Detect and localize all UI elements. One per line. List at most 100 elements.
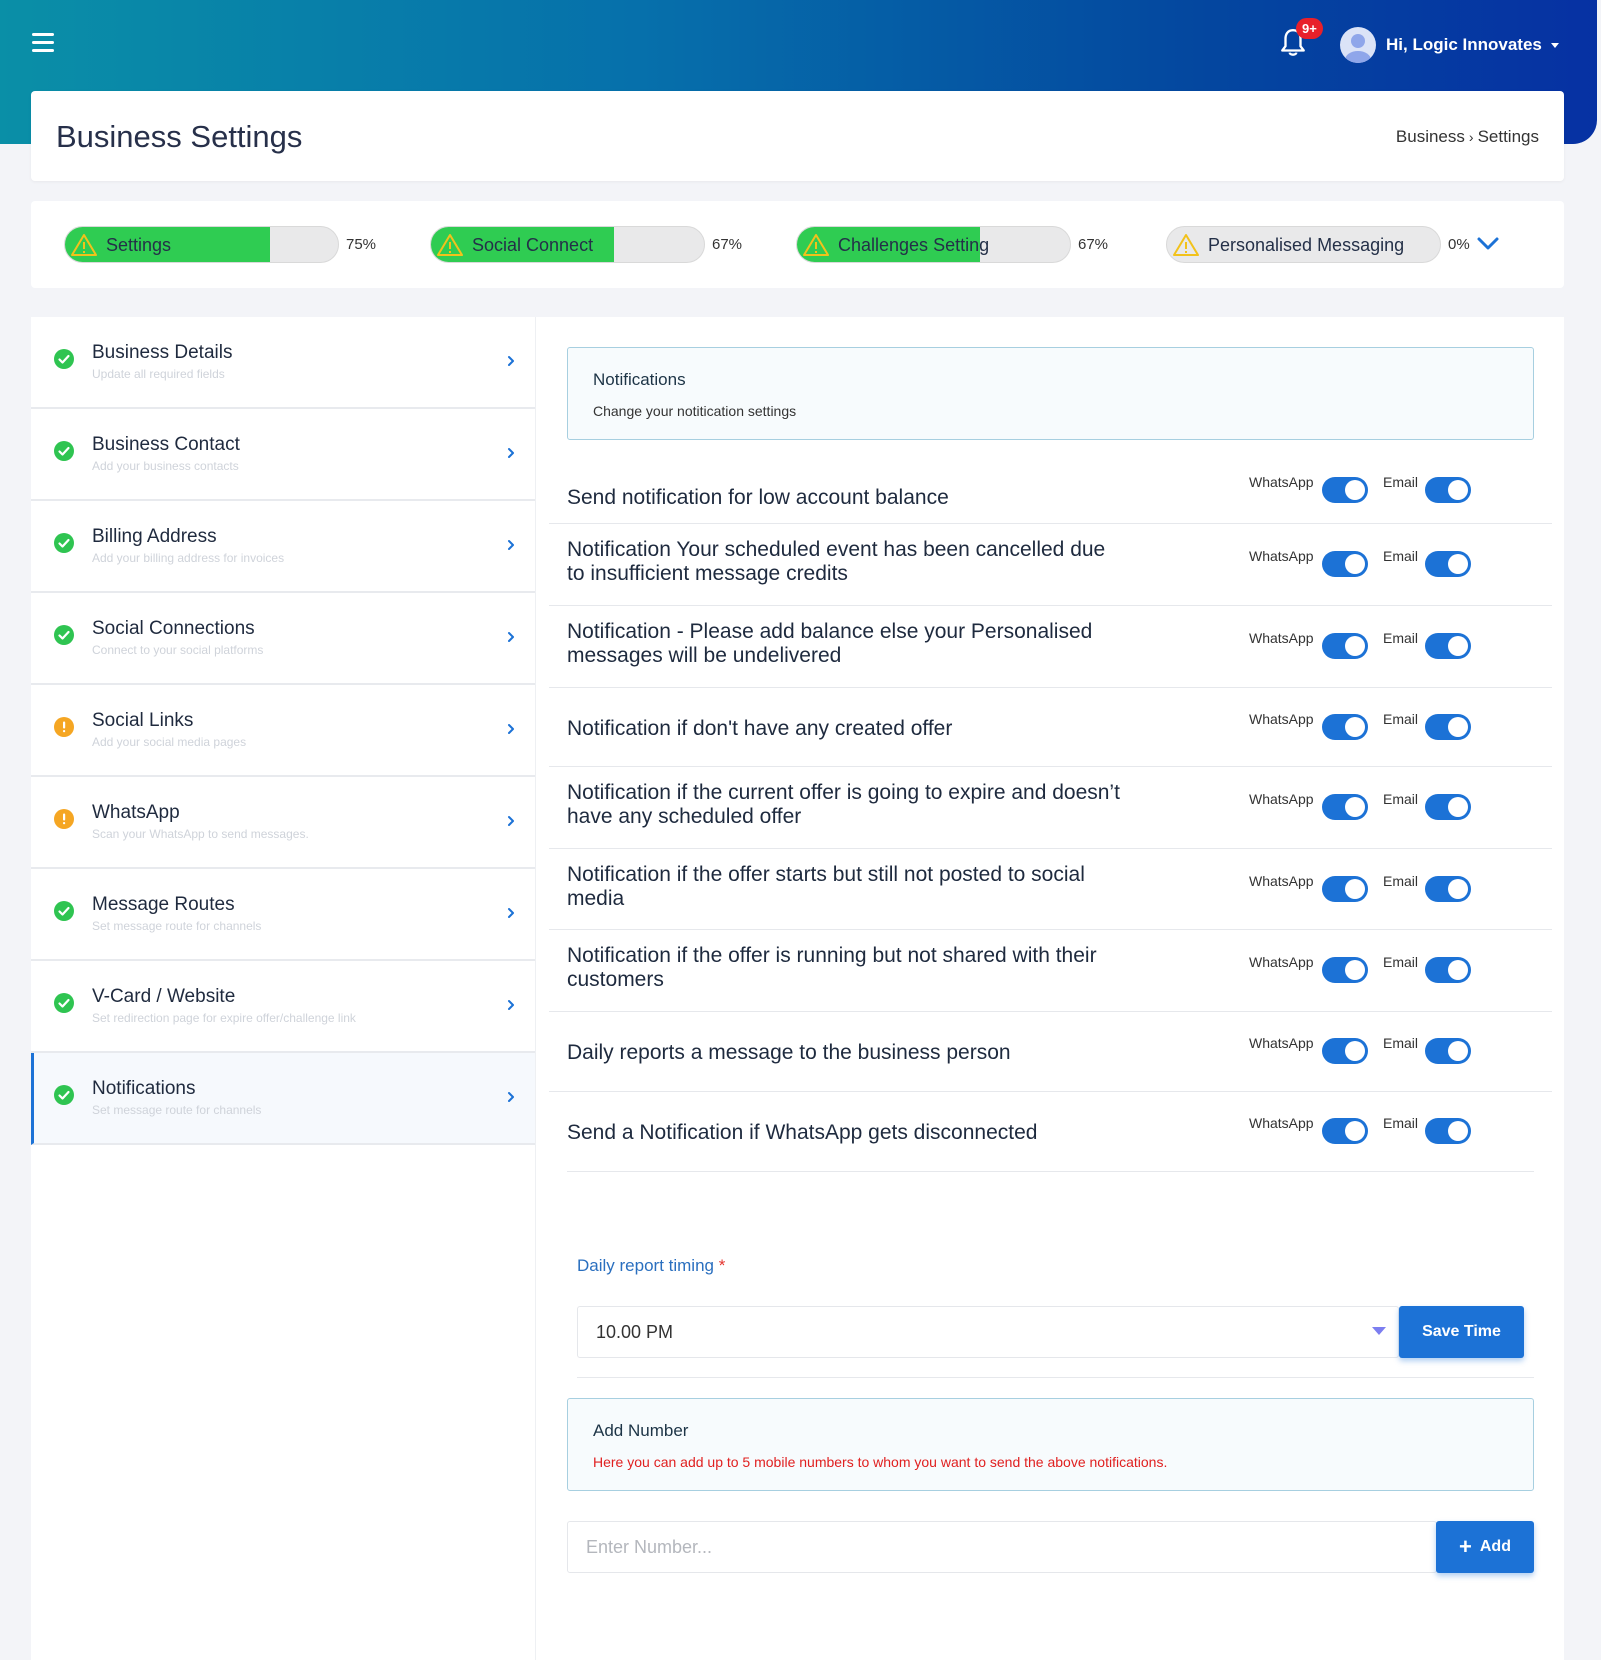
user-greeting: Hi, Logic Innovates	[1386, 35, 1542, 54]
email-toggle[interactable]	[1425, 551, 1471, 577]
sidebar-item-title: Social Links	[92, 710, 194, 731]
email-toggle[interactable]	[1425, 794, 1471, 820]
sidebar-item-title: Billing Address	[92, 526, 217, 547]
notification-row: Send notification for low account balanc…	[549, 457, 1552, 524]
progress-percent: 67%	[712, 236, 743, 253]
chevron-right-icon	[508, 448, 514, 458]
avatar	[1340, 27, 1376, 63]
email-toggle[interactable]	[1425, 876, 1471, 902]
sidebar-item-social-connections[interactable]: Social Connections Connect to your social…	[31, 593, 535, 685]
whatsapp-label: WhatsApp	[1249, 1035, 1314, 1051]
chevron-down-icon[interactable]	[1476, 236, 1500, 252]
whatsapp-label: WhatsApp	[1249, 954, 1314, 970]
menu-icon[interactable]	[32, 33, 54, 53]
check-circle-icon	[54, 533, 74, 553]
email-label: Email	[1383, 474, 1419, 490]
sidebar-item-subtitle: Add your billing address for invoices	[92, 551, 285, 565]
email-toggle[interactable]	[1425, 633, 1471, 659]
sidebar-item-subtitle: Add your business contacts	[92, 459, 239, 473]
whatsapp-toggle[interactable]	[1322, 551, 1368, 577]
add-button-label: Add	[1479, 1538, 1511, 1555]
add-number-button[interactable]: + Add	[1436, 1521, 1534, 1573]
daily-report-label-text: Daily report timing	[577, 1256, 714, 1275]
chevron-right-icon	[508, 816, 514, 826]
section-title: Notifications	[593, 370, 686, 389]
check-circle-icon	[54, 349, 74, 369]
notification-text: Send notification for low account balanc…	[567, 486, 949, 509]
sidebar-item-business-details[interactable]: Business Details Update all required fiel…	[31, 317, 535, 409]
whatsapp-toggle[interactable]	[1322, 957, 1368, 983]
sidebar-item-billing-address[interactable]: Billing Address Add your billing address …	[31, 501, 535, 593]
selected-time: 10.00 PM	[596, 1322, 674, 1342]
phone-number-input[interactable]	[567, 1521, 1437, 1573]
chevron-right-icon	[508, 1000, 514, 1010]
email-toggle[interactable]	[1425, 477, 1471, 503]
progress-label: Challenges Setting	[838, 235, 990, 255]
caret-down-icon	[1550, 42, 1559, 48]
whatsapp-toggle[interactable]	[1322, 876, 1368, 902]
progress-label: Personalised Messaging	[1208, 235, 1405, 255]
email-toggle[interactable]	[1425, 714, 1471, 740]
notification-text: Notification if the current offer is goi…	[567, 781, 1120, 828]
check-circle-icon	[54, 993, 74, 1013]
progress-social-connect[interactable]: Social Connect 67%	[430, 226, 742, 263]
notification-row: Notification Your scheduled event has be…	[549, 524, 1552, 606]
progress-personalised-messaging[interactable]: Personalised Messaging 0%	[1166, 226, 1470, 263]
sidebar-item-subtitle: Set message route for channels	[92, 1103, 262, 1117]
notification-row: Notification if the offer starts but sti…	[549, 849, 1552, 930]
whatsapp-label: WhatsApp	[1249, 630, 1314, 646]
progress-percent: 67%	[1078, 236, 1109, 253]
chevron-right-icon	[508, 540, 514, 550]
whatsapp-label: WhatsApp	[1249, 791, 1314, 807]
whatsapp-toggle[interactable]	[1322, 1038, 1368, 1064]
whatsapp-toggle[interactable]	[1322, 794, 1368, 820]
email-label: Email	[1383, 711, 1419, 727]
progress-settings[interactable]: Settings 75%	[64, 226, 376, 263]
daily-report-time-select[interactable]: 10.00 PM	[577, 1306, 1399, 1358]
save-time-button[interactable]: Save Time	[1399, 1306, 1524, 1358]
user-menu[interactable]: Hi, Logic Innovates	[1340, 27, 1559, 63]
sidebar-item-business-contact[interactable]: Business Contact Add your business contac…	[31, 409, 535, 501]
check-circle-icon	[54, 441, 74, 461]
email-label: Email	[1383, 954, 1419, 970]
notification-text: Notification if the offer is running but…	[567, 944, 1097, 991]
page-title: Business Settings	[56, 119, 303, 154]
email-toggle[interactable]	[1425, 1038, 1471, 1064]
notification-row: Notification if the current offer is goi…	[549, 767, 1552, 849]
add-number-title: Add Number	[593, 1421, 689, 1440]
chevron-right-icon	[508, 724, 514, 734]
notification-row: Notification if don't have any created o…	[549, 688, 1552, 767]
notification-row: Daily reports a message to the business …	[549, 1012, 1552, 1092]
exclamation-circle-icon	[54, 809, 74, 829]
email-toggle[interactable]	[1425, 1118, 1471, 1144]
progress-percent: 0%	[1448, 236, 1470, 253]
breadcrumb-parent[interactable]: Business	[1396, 127, 1465, 147]
sidebar-item-message-routes[interactable]: Message Routes Set message route for chan…	[31, 869, 535, 961]
notification-row: Notification - Please add balance else y…	[549, 606, 1552, 688]
sidebar-item-v-card-website[interactable]: V-Card / Website Set redirection page for…	[31, 961, 535, 1053]
warning-icon	[1173, 234, 1199, 256]
notification-text: Notification if the offer starts but sti…	[567, 863, 1085, 910]
breadcrumb-separator-icon: ›	[1468, 129, 1474, 145]
check-circle-icon	[54, 1085, 74, 1105]
progress-challenges-setting[interactable]: Challenges Setting 67%	[796, 226, 1108, 263]
chevron-right-icon	[508, 1092, 514, 1102]
sidebar-item-subtitle: Scan your WhatsApp to send messages.	[92, 827, 309, 841]
sidebar-item-notifications[interactable]: Notifications Set message route for chann…	[31, 1053, 535, 1145]
sidebar-item-title: Social Connections	[92, 618, 255, 639]
email-toggle[interactable]	[1425, 957, 1471, 983]
email-label: Email	[1383, 548, 1419, 564]
add-number-description: Here you can add up to 5 mobile numbers …	[593, 1454, 1168, 1470]
sidebar-item-social-links[interactable]: Social Links Add your social media pages	[31, 685, 535, 777]
add-number-info-box: Add Number Here you can add up to 5 mobi…	[567, 1398, 1534, 1491]
email-label: Email	[1383, 1115, 1419, 1131]
notification-row: Notification if the offer is running but…	[549, 930, 1552, 1012]
whatsapp-toggle[interactable]	[1322, 477, 1368, 503]
sidebar-item-whatsapp[interactable]: WhatsApp Scan your WhatsApp to send messa…	[31, 777, 535, 869]
whatsapp-toggle[interactable]	[1322, 633, 1368, 659]
email-label: Email	[1383, 1035, 1419, 1051]
sidebar-item-title: V-Card / Website	[92, 986, 236, 1007]
whatsapp-toggle[interactable]	[1322, 714, 1368, 740]
progress-label: Settings	[106, 235, 172, 255]
whatsapp-toggle[interactable]	[1322, 1118, 1368, 1144]
